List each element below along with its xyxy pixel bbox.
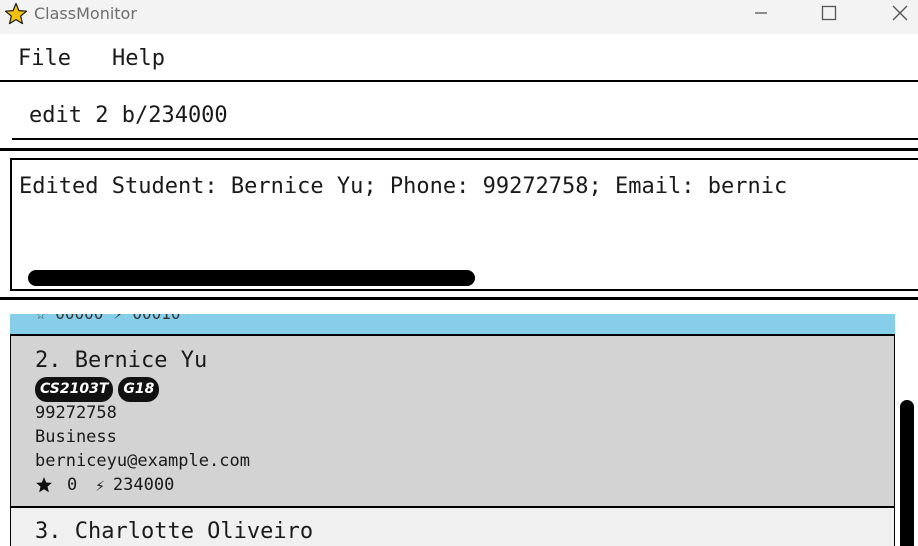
title-bar: ClassMonitor [0,0,918,34]
app-star-icon [4,2,28,25]
maximize-icon [821,5,837,21]
menu-file[interactable]: File [18,46,71,71]
student-name: 3. Charlotte Oliveiro [35,519,314,544]
student-value: 234000 [112,475,175,495]
student-card-next[interactable]: 3. Charlotte Oliveiro [10,508,895,546]
minimize-button[interactable] [738,0,784,26]
student-email: berniceyu@example.com [35,451,250,471]
student-card-previous[interactable]: ☆ 00000 ⚡ 00010 [10,314,895,336]
result-horizontal-scrollbar[interactable] [28,270,475,286]
divider [0,148,918,151]
student-list[interactable]: ☆ 00000 ⚡ 00010 2. Bernice Yu CS2103T G1… [10,314,895,546]
student-phone: 99272758 [35,403,117,423]
minimize-icon [755,12,767,14]
previous-card-stats: ☆ 00000 ⚡ 00010 [36,314,181,323]
student-address: Business [35,427,117,447]
stars-count: 0 [67,475,78,495]
bolt-icon: ⚡︎ [95,475,105,495]
tag-badge: CS2103T [35,377,114,402]
result-display[interactable]: Edited Student: Bernice Yu; Phone: 99272… [10,158,918,291]
close-icon [892,5,908,21]
list-vertical-scrollbar[interactable] [900,400,914,546]
student-tags: CS2103T G18 [35,377,160,402]
maximize-button[interactable] [806,0,852,26]
star-icon [36,477,52,493]
divider [0,297,918,300]
menu-bar: File Help [0,34,918,82]
student-name: 2. Bernice Yu [35,348,208,373]
student-card-selected[interactable]: 2. Bernice Yu CS2103T G18 99272758 Busin… [10,336,895,508]
tag-badge: G18 [118,377,160,402]
student-stats: 0 ⚡︎ 234000 [35,475,174,495]
command-input[interactable] [12,96,918,138]
result-message: Edited Student: Bernice Yu; Phone: 99272… [19,174,788,199]
close-button[interactable] [877,0,918,26]
menu-help[interactable]: Help [112,46,165,71]
command-box [12,96,918,140]
window-title: ClassMonitor [34,4,137,23]
